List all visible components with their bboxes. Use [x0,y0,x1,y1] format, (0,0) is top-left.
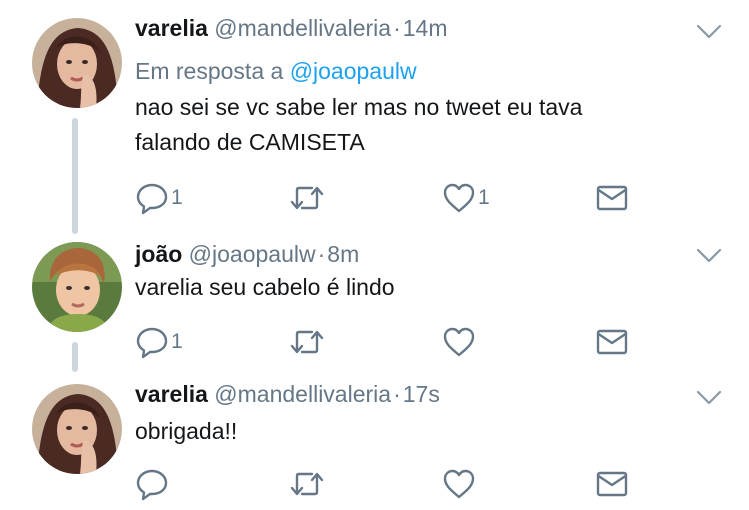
reply-prefix: Em resposta a [135,58,284,84]
separator: · [317,241,326,267]
reply-icon [136,469,168,501]
tweet-actions [135,467,635,501]
chevron-down-icon[interactable] [696,390,722,406]
dm-button[interactable] [596,467,628,501]
dm-button[interactable] [596,325,628,359]
user-handle[interactable]: @mandellivaleria [214,15,391,41]
tweet-text: obrigada!! [135,414,725,449]
envelope-icon [596,329,628,355]
avatar[interactable] [32,384,122,474]
tweet-text-line: nao sei se vc sabe ler mas no tweet eu t… [135,94,583,120]
retweet-icon [290,472,324,496]
retweet-icon [290,330,324,354]
reply-count: 1 [171,330,183,353]
heart-icon [443,469,475,499]
reply-button[interactable] [135,467,169,501]
tweet-text-line: varelia seu cabelo é lindo [135,274,395,300]
envelope-icon [596,185,628,211]
avatar[interactable] [32,242,122,332]
tweet-text: nao sei se vc sabe ler mas no tweet eu t… [135,90,725,160]
heart-icon [443,327,475,357]
tweet-text-line: obrigada!! [135,418,238,444]
avatar[interactable] [32,18,122,108]
tweet-actions: 1 1 [135,181,635,215]
tweet-header: varelia @mandellivaleria·17s [135,380,440,408]
timestamp[interactable]: 14m [403,15,448,41]
reply-to-link[interactable]: @joaopaulw [290,58,417,84]
tweet-text: varelia seu cabelo é lindo [135,270,725,305]
tweet: varelia @mandellivaleria·14m Em resposta… [0,0,749,230]
user-handle[interactable]: @joaopaulw [189,241,316,267]
tweet: varelia @mandellivaleria·17s obrigada!! [0,370,749,510]
like-button[interactable]: 1 [442,181,490,215]
display-name[interactable]: varelia [135,15,208,41]
tweet-header: varelia @mandellivaleria·14m [135,14,447,42]
retweet-icon [290,186,324,210]
display-name[interactable]: joão [135,241,182,267]
like-count: 1 [478,186,490,209]
reply-button[interactable]: 1 [135,325,183,359]
separator: · [393,15,401,41]
retweet-button[interactable] [288,325,326,359]
envelope-icon [596,471,628,497]
reply-button[interactable]: 1 [135,181,183,215]
tweet-actions: 1 [135,325,635,359]
user-handle[interactable]: @mandellivaleria [214,381,391,407]
tweet: joão @joaopaulw·8m varelia seu cabelo é … [0,230,749,370]
timestamp[interactable]: 8m [327,241,359,267]
separator: · [393,381,401,407]
reply-count: 1 [171,186,183,209]
reply-context: Em resposta a @joaopaulw [135,57,417,85]
tweet-header: joão @joaopaulw·8m [135,240,359,268]
timestamp[interactable]: 17s [403,381,440,407]
chevron-down-icon[interactable] [696,24,722,40]
display-name[interactable]: varelia [135,381,208,407]
like-button[interactable] [442,325,476,359]
dm-button[interactable] [596,181,628,215]
heart-icon [443,183,475,213]
retweet-button[interactable] [288,181,326,215]
reply-icon [136,327,168,359]
like-button[interactable] [442,467,476,501]
retweet-button[interactable] [288,467,326,501]
reply-icon [136,183,168,215]
chevron-down-icon[interactable] [696,248,722,264]
tweet-text-line: falando de CAMISETA [135,129,365,155]
